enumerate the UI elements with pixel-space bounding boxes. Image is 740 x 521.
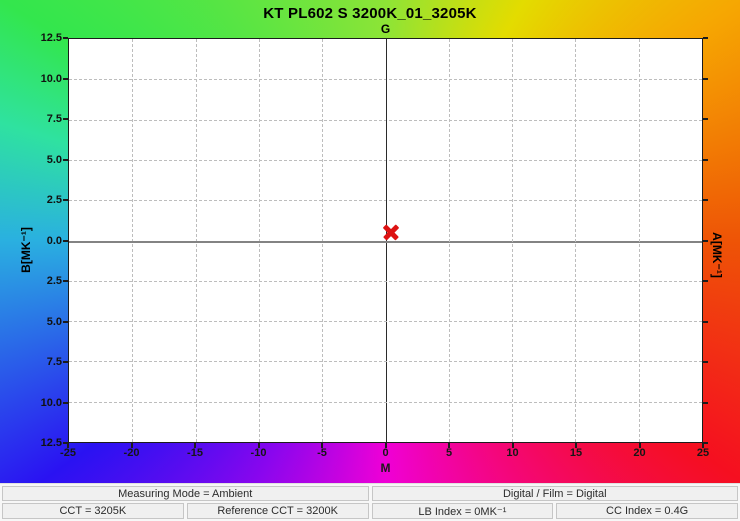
y-tick-mark-left xyxy=(63,240,68,242)
x-tick-label: 15 xyxy=(556,447,596,460)
y-tick-mark-left xyxy=(63,118,68,120)
x-tick-mark xyxy=(258,443,260,448)
y-tick-mark-right xyxy=(703,37,708,39)
x-tick-label: -10 xyxy=(239,447,279,460)
x-tick-label: 20 xyxy=(620,447,660,460)
y-tick-mark-left xyxy=(63,280,68,282)
y-tick-label: 2.5 xyxy=(24,193,62,207)
lb-index-readout: LB Index = 0MK⁻¹ xyxy=(372,503,554,519)
readout-bar: Measuring Mode = Ambient Digital / Film … xyxy=(0,483,740,521)
grid-line-horizontal xyxy=(69,321,702,322)
axis-label-magenta: M xyxy=(345,461,426,475)
x-tick-label: 0 xyxy=(366,447,406,460)
y-tick-mark-left xyxy=(63,199,68,201)
y-tick-mark-right xyxy=(703,442,708,444)
x-tick-label: 10 xyxy=(493,447,533,460)
x-tick-label: -5 xyxy=(302,447,342,460)
y-tick-label: 0.0 xyxy=(24,234,62,248)
x-tick-mark xyxy=(448,443,450,448)
y-tick-label: 5.0 xyxy=(24,315,62,329)
axis-label-blue: B[MK⁻¹] xyxy=(19,190,35,310)
y-tick-label: 10.0 xyxy=(24,72,62,86)
y-tick-label: 5.0 xyxy=(24,153,62,167)
cct-readout: CCT = 3205K xyxy=(2,503,184,519)
x-tick-label: 5 xyxy=(429,447,469,460)
grid-line-vertical xyxy=(512,39,513,442)
y-tick-mark-left xyxy=(63,37,68,39)
grid-line-horizontal xyxy=(69,402,702,403)
y-tick-mark-right xyxy=(703,321,708,323)
y-tick-mark-left xyxy=(63,402,68,404)
y-tick-label: 2.5 xyxy=(24,274,62,288)
axis-label-amber: A[MK⁻¹] xyxy=(708,195,724,315)
grid-line-horizontal xyxy=(69,281,702,282)
y-tick-mark-left xyxy=(63,159,68,161)
y-tick-label: 7.5 xyxy=(24,112,62,126)
x-tick-label: -15 xyxy=(175,447,215,460)
readout-row-2: CCT = 3205K Reference CCT = 3200K LB Ind… xyxy=(2,503,738,519)
measurement-marker xyxy=(382,223,400,241)
x-tick-mark xyxy=(575,443,577,448)
y-tick-mark-left xyxy=(63,321,68,323)
color-meter-screen: KT PL602 S 3200K_01_3205K G B[MK⁻¹] A[MK… xyxy=(0,0,740,521)
y-tick-mark-right xyxy=(703,280,708,282)
x-tick-mark xyxy=(194,443,196,448)
readout-row-1: Measuring Mode = Ambient Digital / Film … xyxy=(2,486,738,501)
y-tick-mark-left xyxy=(63,361,68,363)
y-tick-label: 10.0 xyxy=(24,396,62,410)
grid-line-vertical xyxy=(639,39,640,442)
y-tick-mark-right xyxy=(703,118,708,120)
grid-line-vertical xyxy=(449,39,450,442)
grid-line-vertical xyxy=(575,39,576,442)
x-tick-mark xyxy=(512,443,514,448)
y-tick-label: 12.5 xyxy=(24,31,62,45)
x-tick-label: 25 xyxy=(683,447,723,460)
y-tick-mark-left xyxy=(63,78,68,80)
grid-line-horizontal xyxy=(69,361,702,362)
cc-index-readout: CC Index = 0.4G xyxy=(556,503,738,519)
y-tick-mark-right xyxy=(703,402,708,404)
y-tick-mark-right xyxy=(703,78,708,80)
y-tick-mark-right xyxy=(703,199,708,201)
y-tick-mark-right xyxy=(703,361,708,363)
reference-cct-readout: Reference CCT = 3200K xyxy=(187,503,369,519)
y-tick-mark-right xyxy=(703,159,708,161)
y-tick-label: 12.5 xyxy=(24,436,62,450)
measuring-mode-readout: Measuring Mode = Ambient xyxy=(2,486,369,501)
x-tick-label: -20 xyxy=(112,447,152,460)
y-tick-mark-left xyxy=(63,442,68,444)
digital-film-readout: Digital / Film = Digital xyxy=(372,486,739,501)
axis-label-green: G xyxy=(345,22,426,36)
y-tick-mark-right xyxy=(703,240,708,242)
x-tick-mark xyxy=(131,443,133,448)
x-tick-mark xyxy=(321,443,323,448)
chart-title: KT PL602 S 3200K_01_3205K xyxy=(0,5,740,22)
y-tick-label: 7.5 xyxy=(24,355,62,369)
x-tick-mark xyxy=(385,443,387,448)
x-tick-mark xyxy=(639,443,641,448)
